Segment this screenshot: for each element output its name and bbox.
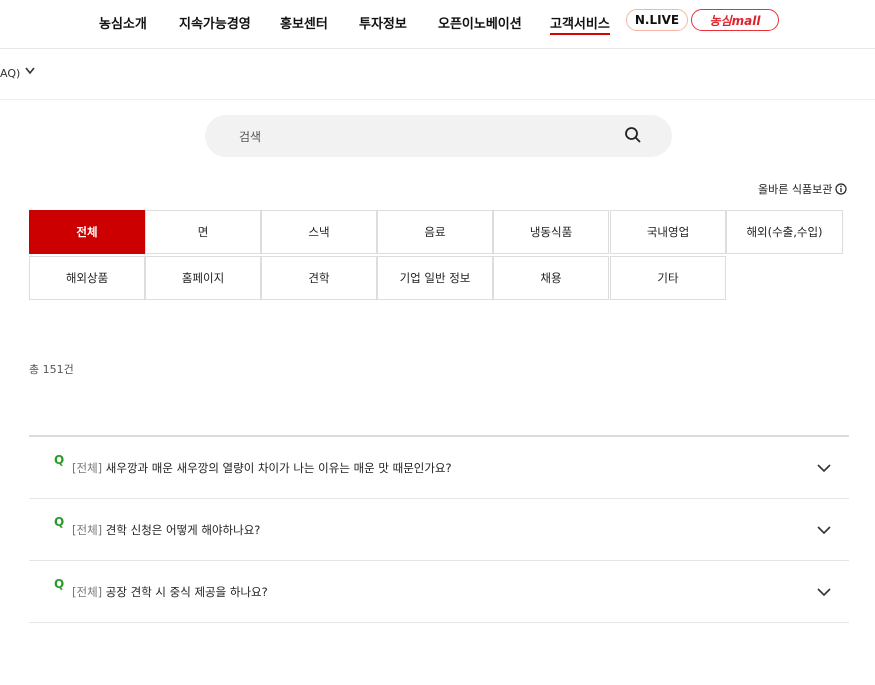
faq-question: [전체] 공장 견학 시 중식 제공을 하나요? bbox=[72, 584, 268, 600]
category-domestic-sales[interactable]: 국내영업 bbox=[610, 210, 726, 254]
nav-item-sustainability[interactable]: 지속가능경영 bbox=[179, 13, 251, 32]
faq-item[interactable]: Q [전체] 새우깡과 매운 새우깡의 열량이 차이가 나는 이유는 매운 맛 … bbox=[29, 437, 849, 499]
food-storage-label: 올바른 식품보관 bbox=[758, 183, 833, 196]
faq-question-text: 공장 견학 시 중식 제공을 하나요? bbox=[105, 585, 268, 599]
chevron-down-icon[interactable] bbox=[816, 524, 832, 536]
category-all[interactable]: 전체 bbox=[29, 210, 145, 254]
question-marker: Q bbox=[54, 577, 65, 591]
search-icon[interactable] bbox=[624, 126, 642, 144]
question-marker: Q bbox=[54, 515, 65, 529]
food-storage-link[interactable]: 올바른 식품보관 bbox=[758, 181, 847, 197]
category-homepage[interactable]: 홈페이지 bbox=[145, 256, 261, 300]
global-nav: 농심소개 지속가능경영 홍보센터 투자정보 오픈이노베이션 고객서비스 N.LI… bbox=[0, 0, 875, 49]
chevron-down-icon[interactable] bbox=[816, 462, 832, 474]
total-count: 총 151건 bbox=[29, 363, 74, 376]
nongshim-mall-button[interactable]: 농심mall bbox=[691, 9, 779, 31]
chevron-down-icon[interactable] bbox=[24, 66, 36, 76]
info-icon bbox=[835, 183, 847, 195]
question-marker: Q bbox=[54, 453, 65, 467]
category-snack[interactable]: 스낵 bbox=[261, 210, 377, 254]
faq-question: [전체] 새우깡과 매운 새우깡의 열량이 차이가 나는 이유는 매운 맛 때문… bbox=[72, 460, 452, 476]
category-recruit[interactable]: 채용 bbox=[493, 256, 609, 300]
faq-category: [전체] bbox=[72, 585, 103, 599]
nav-item-investor[interactable]: 투자정보 bbox=[359, 13, 407, 32]
breadcrumb-label[interactable]: AQ) bbox=[0, 67, 20, 80]
chevron-down-icon[interactable] bbox=[816, 586, 832, 598]
nav-item-about[interactable]: 농심소개 bbox=[99, 13, 147, 32]
faq-question: [전체] 견학 신청은 어떻게 해야하나요? bbox=[72, 522, 260, 538]
category-tour[interactable]: 견학 bbox=[261, 256, 377, 300]
category-overseas-products[interactable]: 해외상품 bbox=[29, 256, 145, 300]
question-marker bbox=[54, 638, 64, 644]
category-etc[interactable]: 기타 bbox=[610, 256, 726, 300]
faq-category: [전체] bbox=[72, 523, 103, 537]
category-frozen-food[interactable]: 냉동식품 bbox=[493, 210, 609, 254]
category-overseas[interactable]: 해외(수출,수입) bbox=[726, 210, 843, 254]
faq-item[interactable] bbox=[29, 623, 849, 685]
faq-question-text: 견학 신청은 어떻게 해야하나요? bbox=[105, 523, 261, 537]
search-bar bbox=[205, 115, 672, 159]
nav-item-customer-service[interactable]: 고객서비스 bbox=[550, 13, 610, 35]
category-beverage[interactable]: 음료 bbox=[377, 210, 493, 254]
faq-item[interactable]: Q [전체] 견학 신청은 어떻게 해야하나요? bbox=[29, 499, 849, 561]
category-company-info[interactable]: 기업 일반 정보 bbox=[377, 256, 493, 300]
nlive-button[interactable]: N.LIVE bbox=[626, 9, 688, 31]
nlive-label: N.LIVE bbox=[634, 13, 680, 27]
category-noodles[interactable]: 면 bbox=[145, 210, 261, 254]
faq-question-text: 새우깡과 매운 새우깡의 열량이 차이가 나는 이유는 매운 맛 때문인가요? bbox=[105, 461, 452, 475]
breadcrumb: AQ) bbox=[0, 49, 875, 100]
faq-category: [전체] bbox=[72, 461, 103, 475]
nav-item-open-innovation[interactable]: 오픈이노베이션 bbox=[438, 13, 522, 32]
faq-item[interactable]: Q [전체] 공장 견학 시 중식 제공을 하나요? bbox=[29, 561, 849, 623]
mall-logo: 농심mall bbox=[709, 13, 761, 28]
search-input[interactable] bbox=[237, 115, 621, 159]
nav-item-pr-center[interactable]: 홍보센터 bbox=[280, 13, 328, 32]
